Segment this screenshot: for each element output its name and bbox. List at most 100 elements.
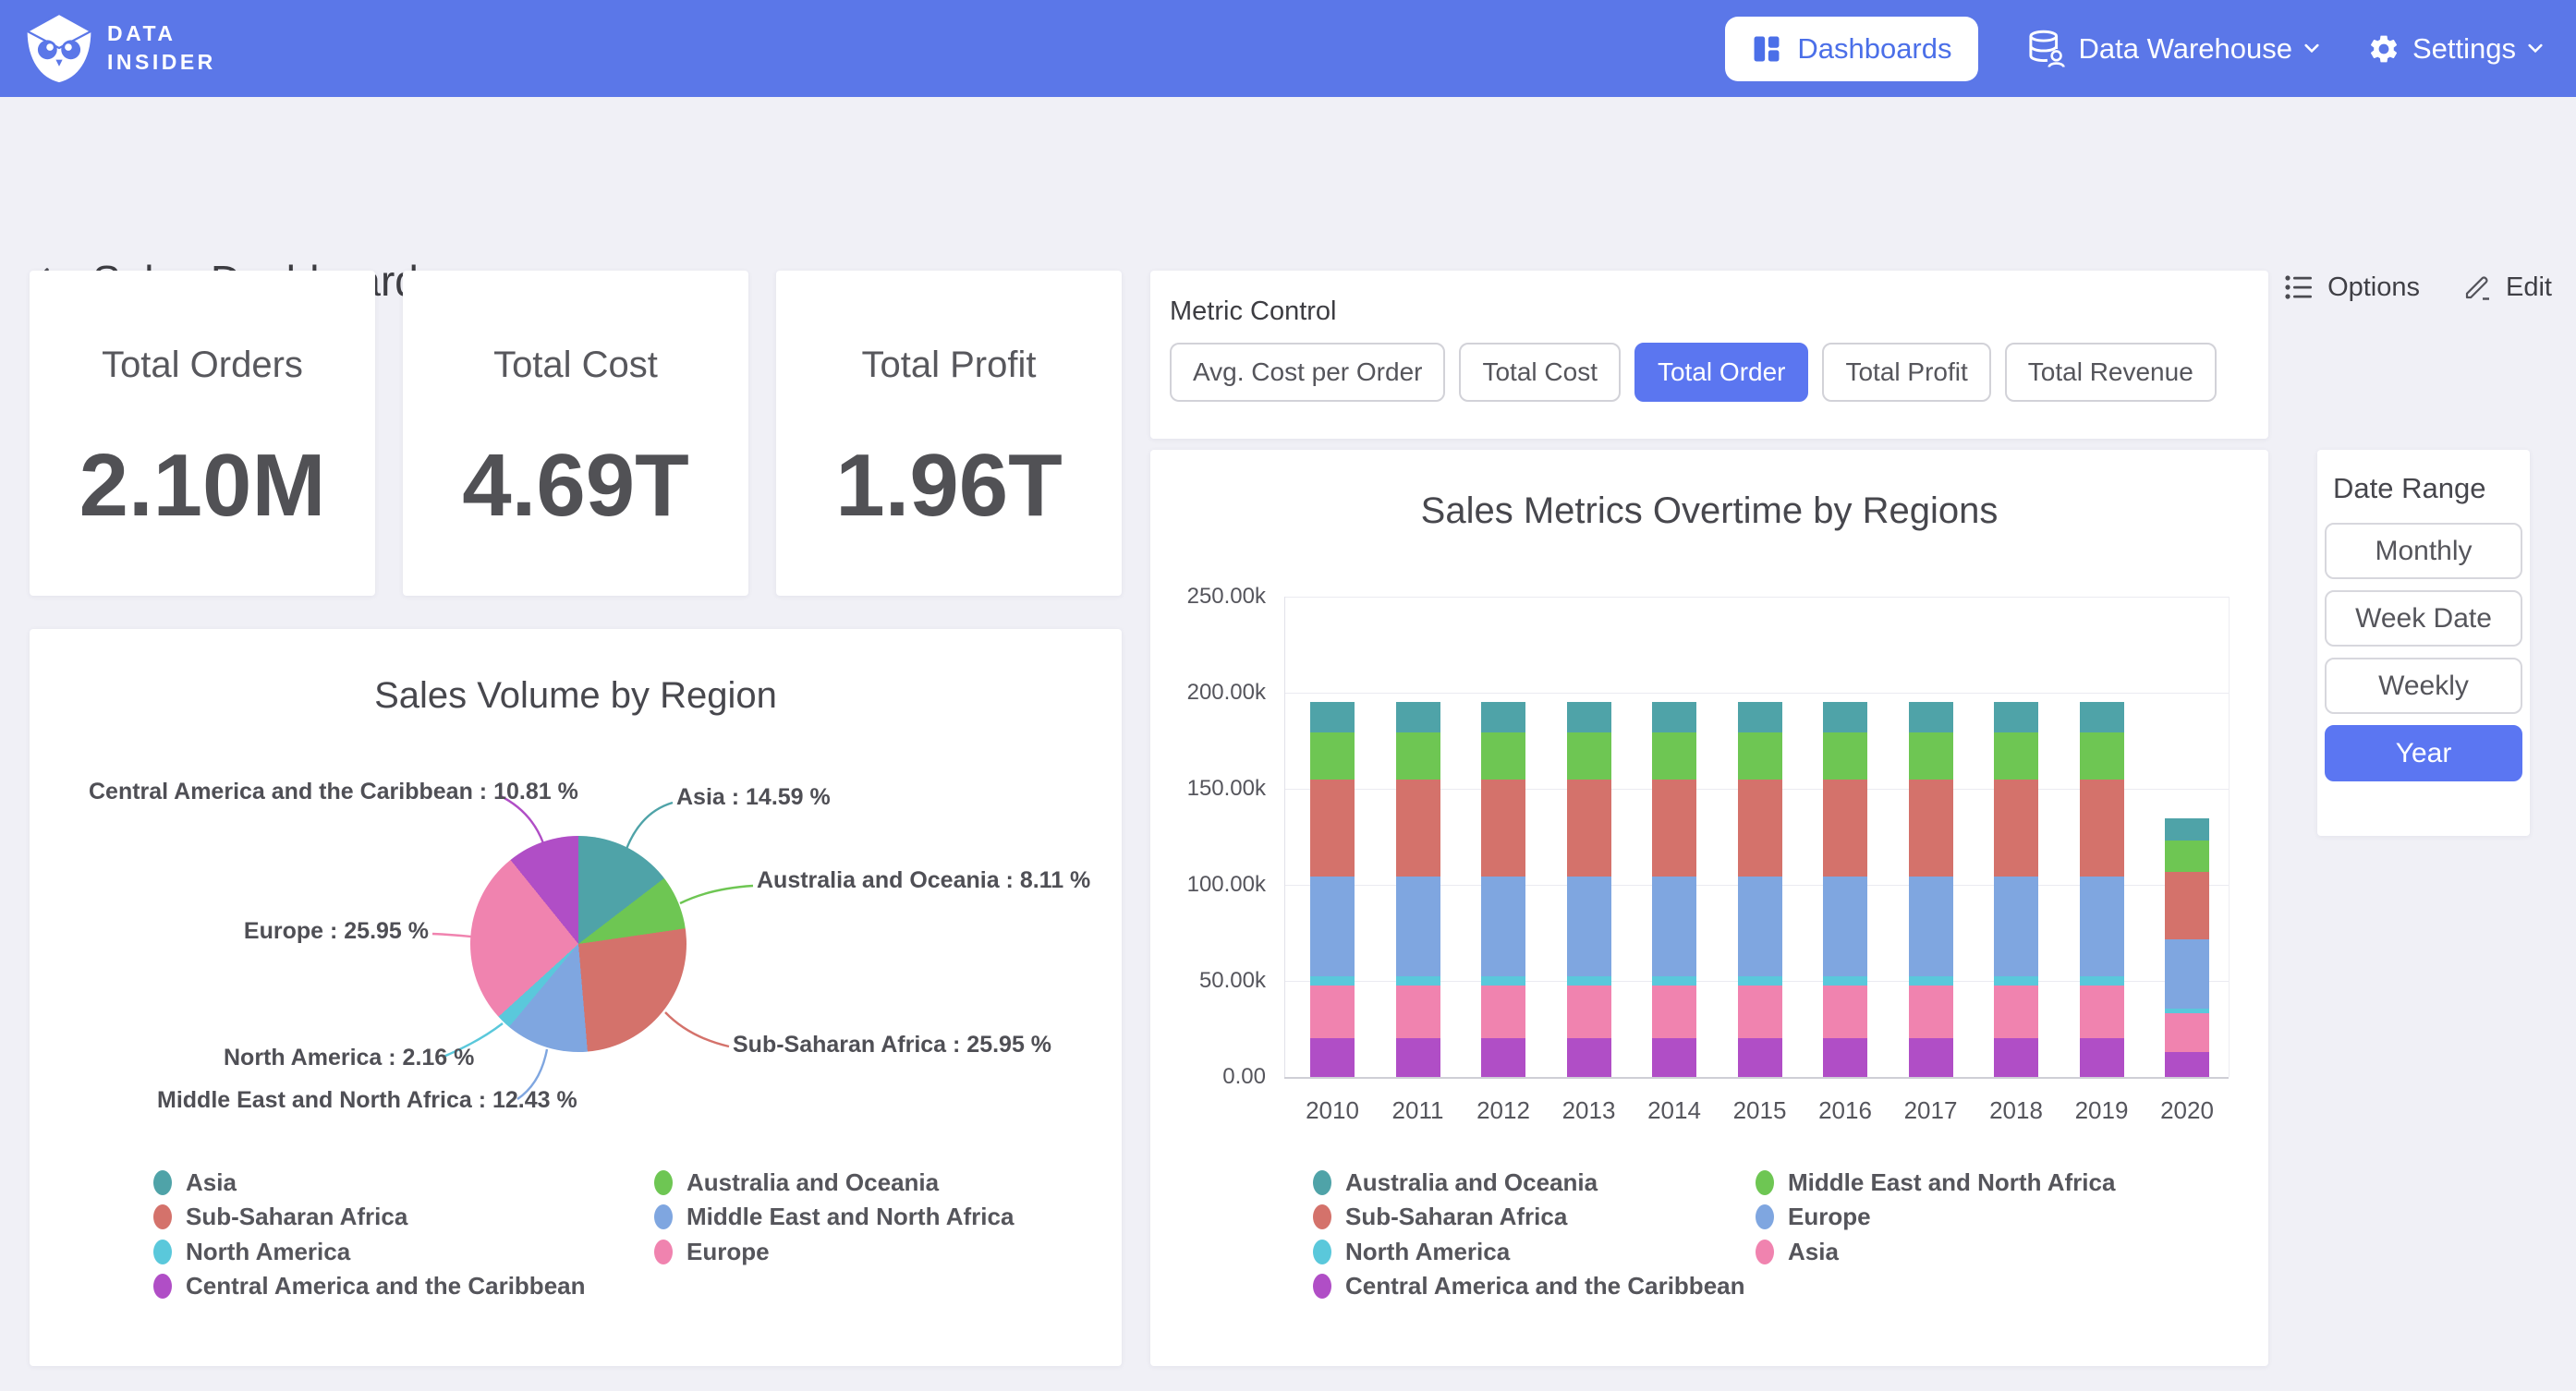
owl-logo-icon (24, 11, 94, 85)
legend-item-europe[interactable]: Europe (1756, 1203, 1871, 1232)
chevron-down-icon (2528, 43, 2543, 54)
x-axis-label: 2010 (1290, 1096, 1375, 1125)
nav-data-warehouse[interactable]: Data Warehouse (2026, 28, 2319, 70)
brand-line1: DATA (107, 19, 216, 48)
legend-item-australia-and-oceania[interactable]: Australia and Oceania (1313, 1167, 1598, 1197)
brand-line2: INSIDER (107, 48, 216, 77)
bar-segment-middle-east-and-north-africa (1994, 732, 2038, 780)
bar-2017[interactable] (1909, 702, 1953, 1077)
metric-button-avg-cost-per-order[interactable]: Avg. Cost per Order (1170, 343, 1445, 402)
legend-dot-icon (153, 1274, 172, 1299)
legend-dot-icon (1756, 1170, 1774, 1195)
bar-segment-australia-and-oceania (1823, 702, 1867, 732)
legend-item-north-america[interactable]: North America (1313, 1237, 1510, 1266)
bar-segment-sub-saharan-africa (2080, 780, 2124, 877)
legend-label: Asia (186, 1168, 237, 1197)
bar-segment-asia (1481, 986, 1525, 1038)
pie-callout-europe: Europe : 25.95 % (238, 918, 429, 945)
metric-button-total-cost[interactable]: Total Cost (1459, 343, 1621, 402)
bar-2011[interactable] (1396, 702, 1440, 1077)
chevron-down-icon (2304, 43, 2319, 54)
pie-callout-north-america: North America : 2.16 % (224, 1045, 440, 1071)
date-range-button-week-date[interactable]: Week Date (2325, 590, 2522, 647)
pie-chart-title: Sales Volume by Region (30, 675, 1122, 717)
x-axis-label: 2018 (1974, 1096, 2059, 1125)
date-range-button-year[interactable]: Year (2325, 725, 2522, 781)
nav-settings[interactable]: Settings (2367, 32, 2543, 66)
bar-segment-australia-and-oceania (1909, 702, 1953, 732)
x-axis-label: 2014 (1632, 1096, 1717, 1125)
legend-dot-icon (1756, 1240, 1774, 1264)
bar-2016[interactable] (1823, 702, 1867, 1077)
edit-button[interactable]: Edit (2462, 272, 2552, 303)
bar-segment-central-america-and-the-caribbean (1738, 1038, 1782, 1077)
pie-circle[interactable] (470, 836, 687, 1052)
bar-segment-north-america (1994, 976, 2038, 986)
bar-segment-sub-saharan-africa (1823, 780, 1867, 877)
legend-label: Asia (1788, 1238, 1839, 1266)
bar-segment-north-america (1823, 976, 1867, 986)
legend-item-central-america-and-the-caribbean[interactable]: Central America and the Caribbean (153, 1272, 586, 1301)
legend-item-middle-east-and-north-africa[interactable]: Middle East and North Africa (1756, 1167, 2115, 1197)
bar-2018[interactable] (1994, 702, 2038, 1077)
brand: DATA INSIDER (24, 11, 216, 85)
pie-callout-asia: Asia : 14.59 % (676, 784, 831, 811)
kpi-card-total-profit: Total Profit 1.96T (776, 271, 1122, 596)
x-axis-label: 2020 (2145, 1096, 2230, 1125)
legend-item-middle-east-and-north-africa[interactable]: Middle East and North Africa (654, 1203, 1014, 1232)
legend-item-australia-and-oceania[interactable]: Australia and Oceania (654, 1167, 939, 1197)
bar-2019[interactable] (2080, 702, 2124, 1077)
bar-chart-title: Sales Metrics Overtime by Regions (1150, 490, 2268, 532)
top-nav: DATA INSIDER Dashboards (0, 0, 2576, 97)
bar-segment-sub-saharan-africa (1310, 780, 1355, 877)
legend-item-asia[interactable]: Asia (153, 1167, 237, 1197)
bar-2020[interactable] (2165, 818, 2209, 1077)
bar-segment-north-america (2080, 976, 2124, 986)
bar-segment-australia-and-oceania (1481, 702, 1525, 732)
bar-segment-middle-east-and-north-africa (2165, 841, 2209, 872)
bar-segment-australia-and-oceania (1738, 702, 1782, 732)
grid-line (1284, 1077, 2229, 1079)
date-range-button-weekly[interactable]: Weekly (2325, 658, 2522, 714)
pie-callout-central-america-and-the-caribbean: Central America and the Caribbean : 10.8… (89, 779, 578, 805)
pie-callout-australia-and-oceania: Australia and Oceania : 8.11 % (757, 867, 1090, 894)
bar-segment-australia-and-oceania (1567, 702, 1611, 732)
bar-2013[interactable] (1567, 702, 1611, 1077)
axis-line (1284, 597, 1285, 1077)
bar-segment-central-america-and-the-caribbean (2165, 1052, 2209, 1077)
legend-label: Sub-Saharan Africa (186, 1203, 407, 1231)
metric-button-total-order[interactable]: Total Order (1634, 343, 1809, 402)
legend-item-sub-saharan-africa[interactable]: Sub-Saharan Africa (153, 1203, 407, 1232)
bar-segment-europe (1310, 877, 1355, 976)
legend-dot-icon (654, 1170, 673, 1195)
bar-segment-middle-east-and-north-africa (1396, 732, 1440, 780)
bar-2014[interactable] (1652, 702, 1696, 1077)
bar-segment-central-america-and-the-caribbean (2080, 1038, 2124, 1077)
x-axis-label: 2012 (1461, 1096, 1546, 1125)
bar-2015[interactable] (1738, 702, 1782, 1077)
nav-settings-label: Settings (2412, 32, 2516, 66)
y-axis-tick: 200.00k (1146, 680, 1266, 706)
gear-icon (2367, 32, 2400, 66)
legend-item-europe[interactable]: Europe (654, 1237, 770, 1266)
metric-button-total-profit[interactable]: Total Profit (1822, 343, 1990, 402)
bar-segment-europe (1652, 877, 1696, 976)
legend-item-sub-saharan-africa[interactable]: Sub-Saharan Africa (1313, 1203, 1567, 1232)
options-button[interactable]: Options (2284, 272, 2420, 303)
legend-item-north-america[interactable]: North America (153, 1237, 350, 1266)
nav-data-warehouse-label: Data Warehouse (2079, 32, 2292, 66)
metric-control-title: Metric Control (1170, 296, 1337, 327)
legend-item-central-america-and-the-caribbean[interactable]: Central America and the Caribbean (1313, 1272, 1745, 1301)
metric-button-total-revenue[interactable]: Total Revenue (2005, 343, 2217, 402)
bar-2012[interactable] (1481, 702, 1525, 1077)
legend-label: Europe (687, 1238, 770, 1266)
bar-segment-north-america (1567, 976, 1611, 986)
date-range-button-monthly[interactable]: Monthly (2325, 523, 2522, 579)
bar-segment-central-america-and-the-caribbean (1481, 1038, 1525, 1077)
bar-segment-sub-saharan-africa (1738, 780, 1782, 877)
nav-dashboards[interactable]: Dashboards (1725, 17, 1977, 81)
bar-2010[interactable] (1310, 702, 1355, 1077)
bar-segment-central-america-and-the-caribbean (1994, 1038, 2038, 1077)
legend-item-asia[interactable]: Asia (1756, 1237, 1839, 1266)
edit-label: Edit (2506, 272, 2552, 303)
